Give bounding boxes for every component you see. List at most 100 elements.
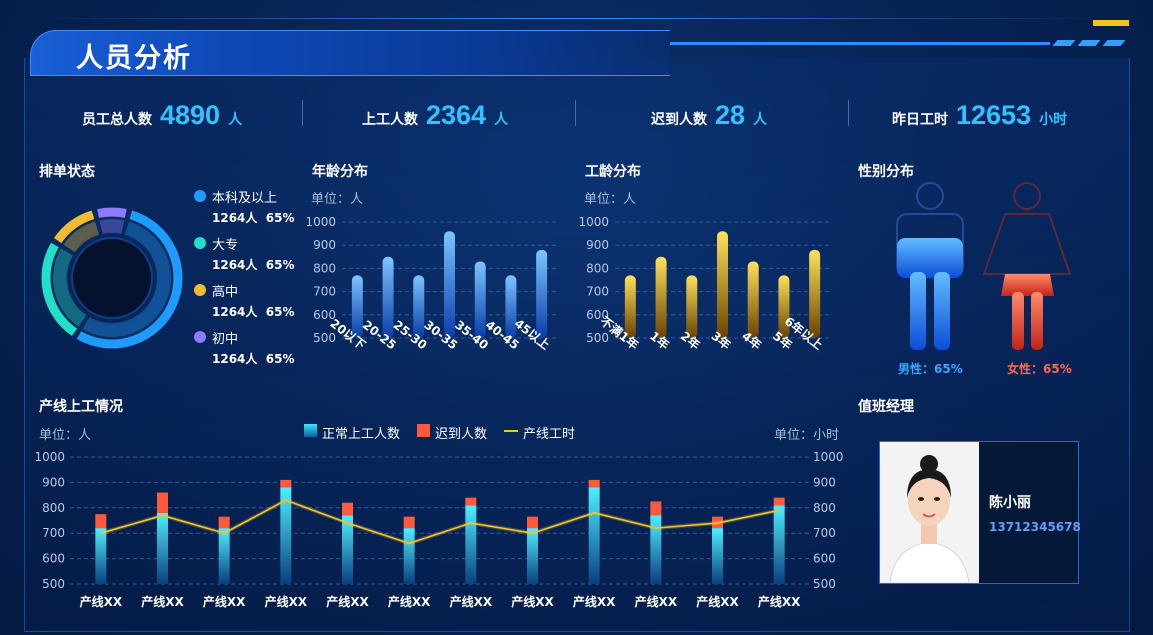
legend-label: 初中 <box>212 332 239 347</box>
y-tick-label-left: 1000 <box>34 450 65 464</box>
top-border-line <box>38 18 1098 19</box>
x-tick-label: 产线XX <box>573 594 616 609</box>
bar-normal <box>527 528 538 584</box>
x-tick-label: 1年 <box>647 328 672 352</box>
x-tick-label: 产线XX <box>635 594 678 609</box>
bar-late <box>527 516 538 529</box>
bar-late <box>280 479 292 488</box>
legend-dot <box>194 284 206 296</box>
x-tick-label: 产线XX <box>265 594 308 609</box>
legend-label-normal: 正常上工人数 <box>322 427 401 442</box>
stat-label: 上工人数 <box>362 112 418 128</box>
x-tick-label: 产线XX <box>141 594 184 609</box>
legend-value: 1264人 65% <box>212 258 295 272</box>
y-tick-label-right: 700 <box>813 526 836 540</box>
bar <box>655 256 667 338</box>
age-title: 年龄分布 <box>312 164 368 180</box>
y-tick-label: 900 <box>313 238 336 252</box>
bar-late <box>465 497 477 506</box>
x-tick-label: 产线XX <box>80 594 123 609</box>
bar-late <box>588 479 600 488</box>
legend-value: 1264人 65% <box>212 352 295 366</box>
bar <box>624 275 636 338</box>
stat-late: 迟到人数 28 人 <box>651 100 767 130</box>
donut-inner-slice <box>99 219 125 235</box>
title-deco-line <box>670 42 1050 45</box>
legend-label: 高中 <box>212 285 239 300</box>
stat-divider <box>575 100 576 126</box>
manager-name: 陈小丽 <box>989 495 1031 511</box>
bar <box>536 249 548 338</box>
line-combo-chart: 500 500 600 600 700 700 800 800 900 900 1000 1000 产线… <box>34 450 844 609</box>
hours-line-glow <box>100 497 780 546</box>
legend-swatch-normal <box>304 424 317 437</box>
stat-divider <box>302 100 303 126</box>
legend-value: 1264人 65% <box>212 211 295 225</box>
y-tick-label-right: 600 <box>813 552 836 566</box>
y-tick-label: 800 <box>313 261 336 275</box>
title-deco-stripe <box>1102 40 1126 46</box>
bar-normal <box>773 505 785 584</box>
stat-unit: 小时 <box>1039 112 1068 128</box>
x-tick-label: 产线XX <box>388 594 431 609</box>
bar <box>686 275 698 338</box>
stat-label: 迟到人数 <box>651 112 707 128</box>
stat-value: 4890 <box>160 100 221 130</box>
x-tick-label: 产线XX <box>511 594 554 609</box>
line-title: 产线上工情况 <box>39 399 123 415</box>
stat-value: 12653 <box>956 100 1032 130</box>
stat-value: 2364 <box>426 100 487 130</box>
bar <box>444 231 455 338</box>
title-deco-stripe <box>1077 40 1101 46</box>
page-title: 人员分析 <box>76 43 192 73</box>
female-percent-label: 女性：65% <box>1007 362 1072 376</box>
legend-dot <box>194 331 206 343</box>
stat-working: 上工人数 2364 人 <box>362 100 508 130</box>
bar-late <box>218 516 230 529</box>
bar <box>747 261 759 338</box>
stat-hours: 昨日工时 12653 小时 <box>892 100 1067 130</box>
y-tick-label-right: 500 <box>813 577 836 591</box>
y-tick-label: 500 <box>313 331 336 345</box>
line-unit-left: 单位：人 <box>39 428 92 443</box>
gender-figures <box>896 182 1072 350</box>
stat-divider <box>848 100 849 126</box>
bar-late <box>650 501 662 516</box>
schedule-title: 排单状态 <box>39 164 95 180</box>
bar <box>717 231 728 338</box>
bar-late <box>157 492 168 513</box>
legend-label: 本科及以上 <box>212 191 278 206</box>
y-tick-label: 700 <box>586 285 609 299</box>
donut-center <box>71 237 153 319</box>
y-tick-label-left: 600 <box>42 552 65 566</box>
manager-title: 值班经理 <box>858 399 914 415</box>
legend-dot <box>194 237 206 249</box>
x-tick-label: 产线XX <box>450 594 493 609</box>
manager-phone: 13712345678 <box>989 520 1081 534</box>
y-tick-label-right: 1000 <box>813 450 844 464</box>
bar-normal <box>218 528 230 584</box>
stat-unit: 人 <box>228 112 243 128</box>
y-tick-label: 800 <box>586 261 609 275</box>
legend-dot <box>194 190 206 202</box>
x-tick-label: 4年 <box>739 328 764 352</box>
manager-avatar <box>880 442 979 583</box>
bar-normal <box>403 528 415 584</box>
gold-accent <box>1093 20 1129 26</box>
bar-normal <box>95 528 107 584</box>
stat-label: 昨日工时 <box>892 112 948 128</box>
y-tick-label-left: 900 <box>42 475 65 489</box>
y-tick-label-left: 700 <box>42 526 65 540</box>
age-unit: 单位：人 <box>311 192 364 207</box>
y-tick-label-right: 900 <box>813 475 836 489</box>
x-tick-label: 3年 <box>709 328 734 352</box>
legend-swatch-late <box>417 424 430 437</box>
stat-value: 28 <box>715 100 746 130</box>
stat-total-employees: 员工总人数 4890 人 <box>82 100 242 130</box>
x-tick-label: 产线XX <box>758 594 801 609</box>
female-figure-icon <box>982 182 1072 350</box>
bar-normal <box>712 528 723 584</box>
y-tick-label: 500 <box>586 331 609 345</box>
tenure-title: 工龄分布 <box>585 164 641 180</box>
y-tick-label: 900 <box>586 238 609 252</box>
